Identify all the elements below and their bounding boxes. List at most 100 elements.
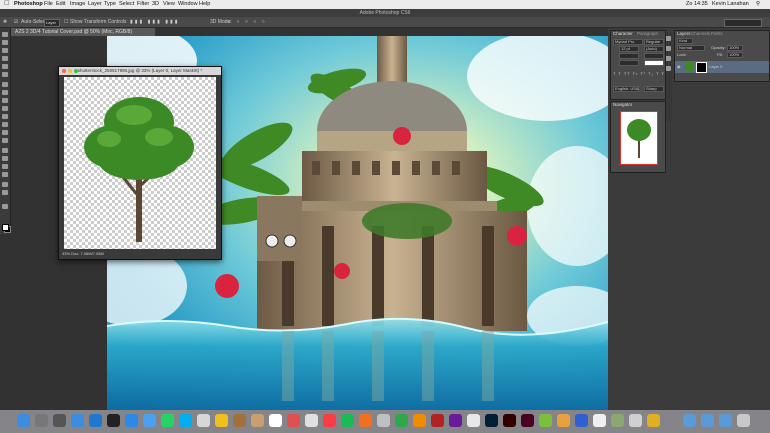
contacts-icon[interactable] — [233, 414, 246, 427]
folder-documents-icon[interactable] — [701, 414, 714, 427]
layer-name[interactable]: Layer 0 — [709, 64, 722, 69]
calendar-icon[interactable] — [269, 414, 282, 427]
text-color-swatch[interactable] — [644, 60, 664, 66]
filezilla-icon[interactable] — [431, 414, 444, 427]
itunes-icon[interactable] — [323, 414, 336, 427]
user-name[interactable]: Kevin Lanahan — [712, 1, 749, 7]
auto-select-dropdown[interactable]: Layer — [44, 19, 60, 27]
quick-select-tool[interactable] — [2, 56, 8, 61]
history-brush-tool[interactable] — [2, 106, 8, 111]
tab-paths[interactable]: Paths — [711, 31, 723, 37]
safari-icon[interactable] — [125, 414, 138, 427]
tracking-field[interactable] — [644, 53, 664, 59]
camera-icon[interactable] — [611, 414, 624, 427]
eyedropper-tool[interactable] — [2, 72, 8, 77]
layer-mask-thumbnail[interactable] — [696, 62, 707, 73]
preview-icon[interactable] — [197, 414, 210, 427]
ibooks-icon[interactable] — [359, 414, 372, 427]
dodge-tool[interactable] — [2, 138, 8, 143]
menu-image[interactable]: Image — [70, 1, 85, 7]
menu-type[interactable]: Type — [104, 1, 116, 7]
transparent-canvas[interactable] — [64, 77, 216, 249]
notes-icon[interactable] — [215, 414, 228, 427]
spotify-icon[interactable] — [341, 414, 354, 427]
menu-edit[interactable]: Edit — [56, 1, 65, 7]
search-icon[interactable]: ⚲ — [756, 1, 760, 7]
leading-field[interactable]: (Auto) — [644, 46, 664, 52]
sketch-icon[interactable] — [575, 414, 588, 427]
photos-icon[interactable] — [305, 414, 318, 427]
dashboard-icon[interactable] — [107, 414, 120, 427]
hand-tool[interactable] — [2, 182, 8, 187]
finder-icon[interactable] — [17, 414, 30, 427]
lasso-tool[interactable] — [2, 48, 8, 53]
menu-3d[interactable]: 3D — [152, 1, 159, 7]
type-tool[interactable] — [2, 156, 8, 161]
blend-mode-dropdown[interactable]: Normal — [677, 45, 705, 51]
tab-navigator[interactable]: Navigator — [613, 102, 632, 108]
maps-app-icon[interactable] — [449, 414, 462, 427]
eraser-tool[interactable] — [2, 114, 8, 119]
text-style-buttons[interactable]: T T TT Tr T¹ T₁ T Ŧ — [613, 71, 665, 76]
books-icon[interactable] — [251, 414, 264, 427]
navigator-preview[interactable] — [620, 111, 658, 165]
blur-tool[interactable] — [2, 130, 8, 135]
app-store-icon[interactable] — [71, 414, 84, 427]
folder-applications-icon[interactable] — [683, 414, 696, 427]
foreground-color-swatch[interactable] — [2, 224, 9, 231]
apple-icon[interactable]:  — [4, 0, 9, 7]
trash-icon[interactable] — [737, 414, 750, 427]
indesign-icon[interactable] — [521, 414, 534, 427]
vlc-icon[interactable] — [413, 414, 426, 427]
opacity-field[interactable]: 100% — [727, 45, 743, 51]
zoom-tool[interactable] — [2, 190, 8, 195]
whatsapp-icon[interactable] — [161, 414, 174, 427]
tab-character[interactable]: Character — [613, 31, 633, 37]
swap-colors-icon[interactable] — [2, 204, 8, 209]
chrome-icon[interactable] — [467, 414, 480, 427]
folder-downloads-icon[interactable] — [719, 414, 732, 427]
textwrangler-icon[interactable] — [593, 414, 606, 427]
tab-channels[interactable]: Channels — [691, 31, 710, 37]
auto-select-checkbox[interactable]: ☑ — [14, 19, 18, 25]
menu-photoshop[interactable]: Photoshop — [14, 1, 43, 7]
filter-kind-dropdown[interactable]: Kind — [677, 38, 693, 44]
document-tab[interactable]: A2S 2 3D/4 Tutorial Cover.psd @ 50% (Mir… — [11, 28, 155, 36]
minimize-icon[interactable] — [68, 69, 72, 73]
shape-tool[interactable] — [2, 172, 8, 177]
menu-view[interactable]: View — [163, 1, 175, 7]
evernote-icon[interactable] — [539, 414, 552, 427]
path-select-tool[interactable] — [2, 164, 8, 169]
textedit-icon[interactable] — [377, 414, 390, 427]
close-icon[interactable] — [62, 69, 66, 73]
tab-layers[interactable]: Layers — [677, 31, 691, 37]
menu-filter[interactable]: Filter — [137, 1, 149, 7]
tab-paragraph[interactable]: Paragraph — [637, 31, 658, 37]
layer-row[interactable]: ◉ Layer 0 — [675, 61, 769, 73]
gradient-tool[interactable] — [2, 122, 8, 127]
floating-document-window[interactable]: shutterstock_250817990.jpg @ 33% (Layer … — [58, 66, 222, 260]
menu-file[interactable]: File — [44, 1, 53, 7]
clock[interactable]: Zo 14:35 — [686, 1, 708, 7]
transmit-icon[interactable] — [557, 414, 570, 427]
align-buttons[interactable]: ▮▮▮ ▮▮▮ ▮▮▮ — [130, 19, 180, 25]
font-size-field[interactable]: 12 pt — [619, 46, 639, 52]
menu-help[interactable]: Help — [199, 1, 210, 7]
utorrent-icon[interactable] — [395, 414, 408, 427]
move-tool[interactable] — [2, 32, 8, 37]
healing-tool[interactable] — [2, 82, 8, 87]
activity-monitor-icon[interactable] — [629, 414, 642, 427]
mail-icon[interactable] — [89, 414, 102, 427]
launchpad-icon[interactable] — [53, 414, 66, 427]
crop-tool[interactable] — [2, 64, 8, 69]
vertical-scale-field[interactable] — [619, 60, 639, 66]
font-family-field[interactable]: Myriad Pro — [613, 39, 643, 45]
clone-stamp-tool[interactable] — [2, 98, 8, 103]
workspace-dropdown[interactable] — [724, 19, 762, 27]
pen-tool[interactable] — [2, 148, 8, 153]
transform-checkbox[interactable]: ☐ — [64, 19, 68, 25]
system-prefs-icon[interactable] — [35, 414, 48, 427]
3d-mode-icons[interactable]: ○ ○ ○ ○ ○ — [228, 19, 267, 25]
marquee-tool[interactable] — [2, 40, 8, 45]
move-tool-icon[interactable]: ✥ — [3, 19, 7, 25]
